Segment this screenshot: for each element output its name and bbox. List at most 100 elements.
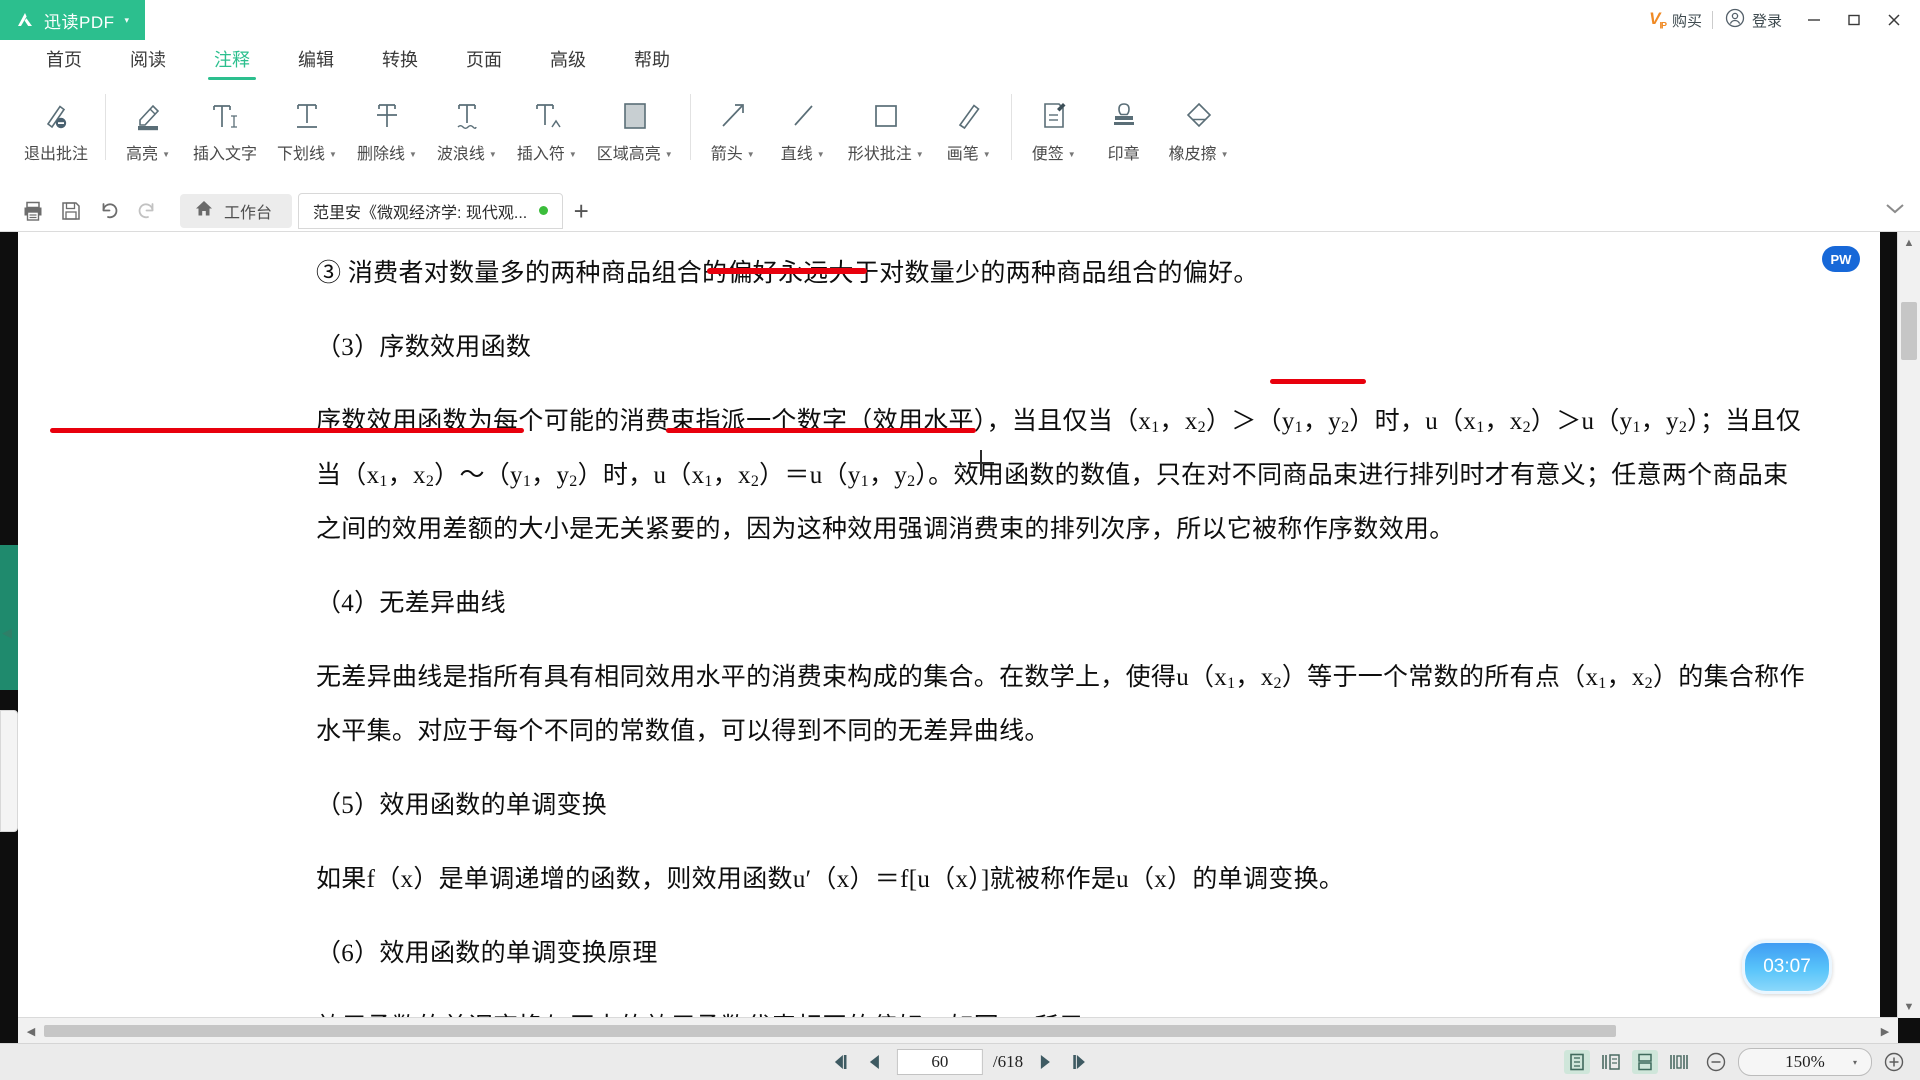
ribbon-sticky-note[interactable]: 便签 ▼ [1019, 80, 1089, 164]
save-icon[interactable] [52, 194, 90, 228]
ribbon-label: 直线 ▼ [780, 146, 825, 163]
status-right-controls: 150% ▾ [1564, 1048, 1906, 1076]
new-tab-button[interactable]: + [563, 194, 599, 228]
red-underline-annotation[interactable] [707, 268, 867, 274]
undo-icon[interactable] [90, 194, 128, 228]
ribbon-squiggly[interactable]: 波浪线 ▼ [427, 80, 507, 164]
ribbon-arrow[interactable]: 箭头 ▼ [698, 80, 768, 164]
previous-page-button[interactable] [863, 1050, 887, 1074]
document-paragraph: 无差异曲线是指所有具有相同效用水平的消费束构成的集合。在数学上，使得u（x1，x… [316, 664, 1805, 745]
menu-tab-advanced[interactable]: 高级 [526, 46, 610, 80]
app-brand-name: 迅读PDF [44, 12, 115, 32]
ribbon-label: 插入符 ▼ [516, 146, 577, 163]
close-button[interactable] [1874, 0, 1914, 40]
menu-tab-home[interactable]: 首页 [22, 46, 106, 80]
horizontal-scroll-thumb[interactable] [44, 1025, 1617, 1037]
workbench-tab[interactable]: 工作台 [180, 193, 293, 228]
pw-watermark-badge[interactable]: PW [1822, 246, 1860, 272]
area-highlight-icon [618, 94, 652, 136]
chevron-down-icon[interactable]: ▼ [983, 150, 991, 159]
menu-tab-page[interactable]: 页面 [442, 46, 526, 80]
menu-tab-help[interactable]: 帮助 [610, 46, 694, 80]
rail-collapse-arrow-icon[interactable]: ◀ [2, 625, 12, 641]
ribbon-label: 形状批注 ▼ [847, 146, 924, 163]
two-page-scroll-view-button[interactable] [1666, 1050, 1692, 1074]
login-button[interactable]: 登录 [1713, 0, 1794, 40]
zoom-level-select[interactable]: 150% ▾ [1738, 1048, 1872, 1076]
title-drag-area [145, 0, 1639, 40]
zoom-out-button[interactable] [1704, 1050, 1728, 1074]
ribbon-insert-text[interactable]: 插入文字 [183, 80, 267, 164]
brand-chevron-down-icon[interactable]: ▾ [125, 15, 130, 26]
chevron-down-icon[interactable]: ▼ [916, 150, 924, 159]
next-page-button[interactable] [1033, 1050, 1057, 1074]
document-heading-3: （3）序数效用函数 [316, 334, 532, 361]
first-page-button[interactable] [829, 1050, 853, 1074]
caret-insert-icon [530, 94, 564, 136]
ribbon-underline[interactable]: 下划线 ▼ [267, 80, 347, 164]
ribbon-line[interactable]: 直线 ▼ [768, 80, 838, 164]
collapse-ribbon-button[interactable] [1882, 198, 1908, 225]
chevron-down-icon[interactable]: ▾ [1853, 1058, 1857, 1067]
scroll-up-arrow-icon[interactable]: ▲ [1898, 232, 1920, 254]
chevron-down-icon[interactable]: ▼ [665, 150, 673, 159]
menu-tab-annotate[interactable]: 注释 [190, 46, 274, 80]
chevron-down-icon[interactable]: ▼ [162, 150, 170, 159]
ribbon-exit-annotation[interactable]: 退出批注 [14, 80, 98, 164]
chevron-down-icon[interactable]: ▼ [569, 150, 577, 159]
ribbon-caret-insert[interactable]: 插入符 ▼ [507, 80, 587, 164]
vertical-scrollbar[interactable]: ▲ ▼ [1897, 232, 1920, 1018]
ribbon-label: 橡皮擦 ▼ [1168, 146, 1229, 163]
scroll-down-arrow-icon[interactable]: ▼ [1898, 996, 1920, 1018]
ribbon-separator [1010, 94, 1012, 160]
maximize-button[interactable] [1834, 0, 1874, 40]
single-page-view-button[interactable] [1564, 1050, 1590, 1074]
minimize-button[interactable] [1794, 0, 1834, 40]
current-page-input[interactable]: 60 [896, 1049, 983, 1075]
unsaved-indicator-dot [539, 206, 549, 215]
zoom-in-button[interactable] [1882, 1050, 1906, 1074]
pencil-stop-icon [39, 94, 73, 136]
ribbon-pen[interactable]: 画笔 ▼ [934, 80, 1004, 164]
menu-tab-convert[interactable]: 转换 [358, 46, 442, 80]
horizontal-scroll-track[interactable] [44, 1025, 1872, 1037]
ribbon-label: 箭头 ▼ [710, 146, 755, 163]
red-underline-annotation[interactable] [666, 428, 976, 433]
ribbon-stamp[interactable]: 印章 [1089, 80, 1159, 164]
document-tab[interactable]: 范里安《微观经济学: 现代观... [298, 192, 564, 229]
ribbon-area-highlight[interactable]: 区域高亮 ▼ [587, 80, 683, 164]
print-icon[interactable] [14, 194, 52, 228]
last-page-button[interactable] [1067, 1050, 1091, 1074]
two-page-view-button[interactable] [1598, 1050, 1624, 1074]
menu-tab-edit[interactable]: 编辑 [274, 46, 358, 80]
ribbon-strikethrough[interactable]: 删除线 ▼ [347, 80, 427, 164]
red-underline-annotation[interactable] [1270, 379, 1366, 384]
app-brand[interactable]: 迅读PDF ▾ [0, 0, 145, 40]
horizontal-scrollbar[interactable]: ◀ ▶ [18, 1017, 1898, 1044]
redo-icon[interactable] [128, 194, 166, 228]
scroll-right-arrow-icon[interactable]: ▶ [1872, 1025, 1898, 1038]
chevron-down-icon[interactable]: ▼ [1221, 150, 1229, 159]
chevron-down-icon[interactable]: ▼ [747, 150, 755, 159]
reading-timer[interactable]: 03:07 [1742, 940, 1832, 994]
ribbon-eraser[interactable]: 橡皮擦 ▼ [1159, 80, 1239, 164]
continuous-scroll-view-button[interactable] [1632, 1050, 1658, 1074]
red-underline-annotation[interactable] [50, 428, 524, 433]
document-tab-label: 范里安《微观经济学: 现代观... [313, 204, 528, 222]
vertical-scroll-thumb[interactable] [1901, 302, 1917, 360]
rail-drag-handle[interactable] [0, 710, 18, 832]
buy-vip-button[interactable]: VIP 购买 [1639, 0, 1712, 40]
document-canvas[interactable]: PW ③ 消费者对数量多的两种商品组合的偏好永远大于对数量少的两种商品组合的偏好… [18, 232, 1880, 1018]
chevron-down-icon[interactable]: ▼ [409, 150, 417, 159]
chevron-down-icon[interactable]: ▼ [489, 150, 497, 159]
chevron-down-icon[interactable]: ▼ [329, 150, 337, 159]
ribbon-highlight[interactable]: 高亮 ▼ [113, 80, 183, 164]
scroll-left-arrow-icon[interactable]: ◀ [18, 1025, 44, 1038]
pdf-page[interactable]: PW ③ 消费者对数量多的两种商品组合的偏好永远大于对数量少的两种商品组合的偏好… [50, 232, 1880, 1018]
chevron-down-icon[interactable]: ▼ [1068, 150, 1076, 159]
ribbon-label: 波浪线 ▼ [436, 146, 497, 163]
annotation-rail-marker [0, 545, 18, 690]
menu-tab-read[interactable]: 阅读 [106, 46, 190, 80]
chevron-down-icon[interactable]: ▼ [817, 150, 825, 159]
ribbon-shape-annotation[interactable]: 形状批注 ▼ [838, 80, 934, 164]
